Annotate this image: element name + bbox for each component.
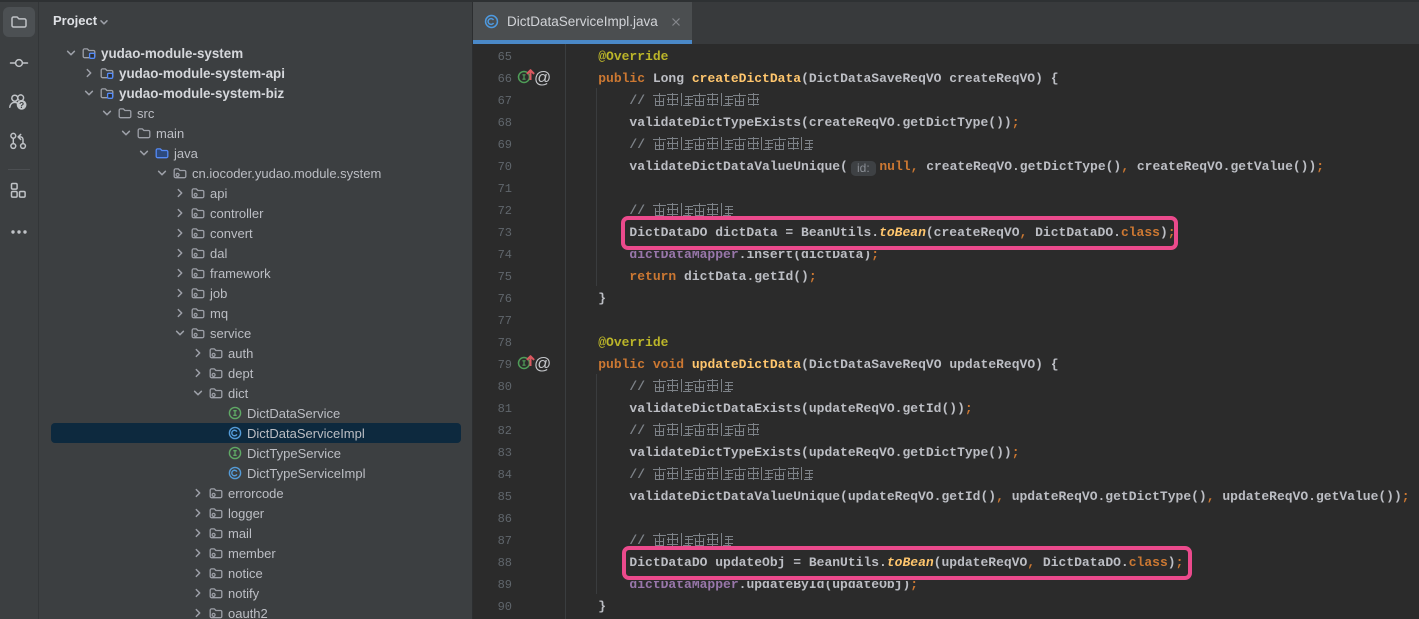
svg-text:?: ?	[19, 100, 24, 110]
